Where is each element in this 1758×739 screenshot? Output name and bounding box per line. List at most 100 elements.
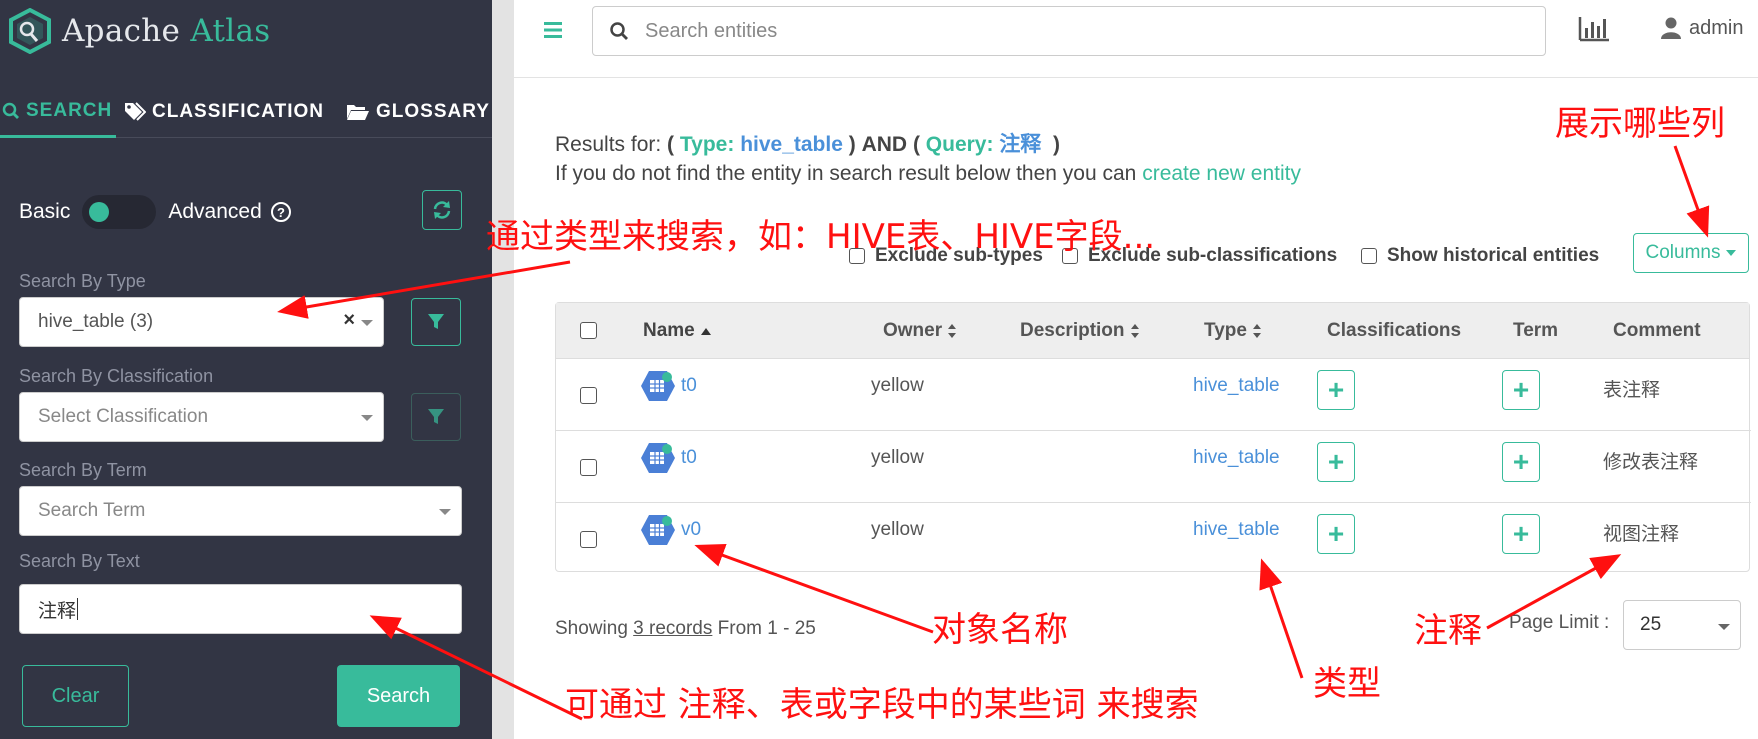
col-name[interactable]: Name <box>643 320 712 342</box>
entity-name-link[interactable]: v0 <box>681 519 701 541</box>
global-search-input[interactable]: Search entities <box>592 6 1546 56</box>
help-icon[interactable]: ? <box>270 201 292 223</box>
switch-knob <box>89 202 110 222</box>
create-entity-link[interactable]: create new entity <box>1142 162 1301 185</box>
type-filter-button[interactable] <box>411 298 461 346</box>
page-limit-label: Page Limit : <box>1509 612 1610 633</box>
create-entity-hint: If you do not find the entity in search … <box>555 162 1301 186</box>
query-value: 注释 <box>999 133 1042 156</box>
add-classification-button[interactable]: + <box>1317 370 1355 410</box>
plus-icon: + <box>1327 518 1345 549</box>
filter-icon <box>428 409 444 424</box>
classification-filter-button[interactable] <box>411 393 461 441</box>
type-link[interactable]: hive_table <box>1193 519 1280 541</box>
tab-search[interactable]: SEARCH <box>0 86 116 138</box>
page-limit-value: 25 <box>1640 614 1662 635</box>
statistics-button[interactable] <box>1578 16 1610 47</box>
basic-label: Basic <box>19 200 71 223</box>
tab-search-label: SEARCH <box>26 99 113 121</box>
global-search-placeholder: Search entities <box>645 19 778 42</box>
text-search-input[interactable]: 注释 <box>19 584 462 634</box>
chevron-down-icon <box>1718 624 1730 630</box>
col-classifications: Classifications <box>1327 320 1462 341</box>
page-limit-select[interactable]: 25 <box>1623 600 1741 650</box>
sort-icon <box>948 323 957 338</box>
query-key: Query: <box>925 133 994 156</box>
top-header: Search entities admin <box>514 0 1758 78</box>
term-placeholder: Search Term <box>38 500 146 521</box>
annotation-columns: 展示哪些列 <box>1555 104 1725 144</box>
username: admin <box>1689 16 1744 39</box>
add-term-button[interactable]: + <box>1502 442 1540 482</box>
text-cursor <box>77 598 79 620</box>
classification-select[interactable]: Select Classification <box>19 392 384 442</box>
hamburger-icon <box>544 22 562 38</box>
col-description[interactable]: Description <box>1020 320 1140 342</box>
hive-table-icon <box>641 371 675 401</box>
row-checkbox[interactable] <box>580 387 597 404</box>
user-menu[interactable]: admin <box>1661 16 1743 40</box>
chevron-down-icon <box>439 509 451 515</box>
owner-cell: yellow <box>871 519 924 540</box>
add-classification-button[interactable]: + <box>1317 442 1355 482</box>
hint-text: If you do not find the entity in search … <box>555 162 1137 185</box>
mode-switch[interactable] <box>82 195 157 229</box>
add-term-button[interactable]: + <box>1502 370 1540 410</box>
refresh-icon <box>433 201 451 219</box>
col-comment: Comment <box>1613 320 1701 341</box>
svg-text:?: ? <box>277 205 285 220</box>
app-logo[interactable]: Apache Atlas <box>8 8 270 54</box>
col-owner-label: Owner <box>883 320 943 341</box>
folder-open-icon <box>347 105 369 120</box>
atlas-logo-icon <box>9 8 51 54</box>
table-row: t0 yellow hive_table + + 修改表注释 <box>556 431 1751 503</box>
plus-icon: + <box>1512 374 1530 405</box>
entity-name-link[interactable]: t0 <box>681 447 697 469</box>
type-link[interactable]: hive_table <box>1193 447 1280 469</box>
annotation-type: 通过类型来搜索，如：HIVE表、HIVE字段... <box>486 217 1156 257</box>
results-summary: Results for: ( Type: hive_table ) AND ( … <box>555 133 1060 156</box>
row-checkbox[interactable] <box>580 531 597 548</box>
columns-dropdown-button[interactable]: Columns <box>1633 233 1749 273</box>
search-mode-toggle: Basic Advanced ? <box>19 192 469 232</box>
select-all-checkbox[interactable] <box>580 322 597 339</box>
show-historical-label: Show historical entities <box>1387 245 1600 266</box>
classification-placeholder: Select Classification <box>38 406 209 427</box>
checkbox-box[interactable] <box>1361 248 1377 264</box>
row-checkbox[interactable] <box>580 459 597 476</box>
caret-down-icon <box>1726 250 1737 256</box>
type-link[interactable]: hive_table <box>1193 375 1280 397</box>
sort-asc-icon <box>700 327 711 335</box>
col-name-label: Name <box>643 320 695 341</box>
tab-classification[interactable]: CLASSIFICATION <box>124 86 334 138</box>
results-prefix: Results for: <box>555 133 662 156</box>
col-term: Term <box>1513 320 1559 341</box>
tab-glossary[interactable]: GLOSSARY <box>346 86 490 138</box>
tab-classification-label: CLASSIFICATION <box>152 101 324 122</box>
show-historical-checkbox[interactable]: Show historical entities <box>1361 245 1599 267</box>
add-classification-button[interactable]: + <box>1317 514 1355 554</box>
showing-range: From 1 - 25 <box>717 618 816 639</box>
col-owner[interactable]: Owner <box>883 320 957 342</box>
clear-button[interactable]: Clear <box>22 665 129 727</box>
chevron-down-icon <box>361 320 373 326</box>
col-type[interactable]: Type <box>1204 320 1262 342</box>
add-term-button[interactable]: + <box>1502 514 1540 554</box>
entity-name-link[interactable]: t0 <box>681 375 697 397</box>
col-type-label: Type <box>1204 320 1247 341</box>
search-icon <box>2 102 19 119</box>
owner-cell: yellow <box>871 375 924 396</box>
menu-toggle[interactable] <box>542 20 564 45</box>
clear-type-icon[interactable]: × <box>343 309 355 332</box>
search-button[interactable]: Search <box>337 665 460 727</box>
search-by-term-label: Search By Term <box>19 460 147 480</box>
type-select[interactable]: hive_table (3) × <box>19 297 384 347</box>
table-header: Name Owner Description Type Classificati… <box>556 303 1749 359</box>
term-select[interactable]: Search Term <box>19 486 462 536</box>
refresh-button[interactable] <box>422 190 462 230</box>
plus-icon: + <box>1512 518 1530 549</box>
bar-chart-icon <box>1578 17 1609 42</box>
sidebar-splitter[interactable] <box>492 0 514 739</box>
app-name: Apache Atlas <box>62 13 271 49</box>
pagination-summary: Showing 3 records From 1 - 25 <box>555 618 816 640</box>
